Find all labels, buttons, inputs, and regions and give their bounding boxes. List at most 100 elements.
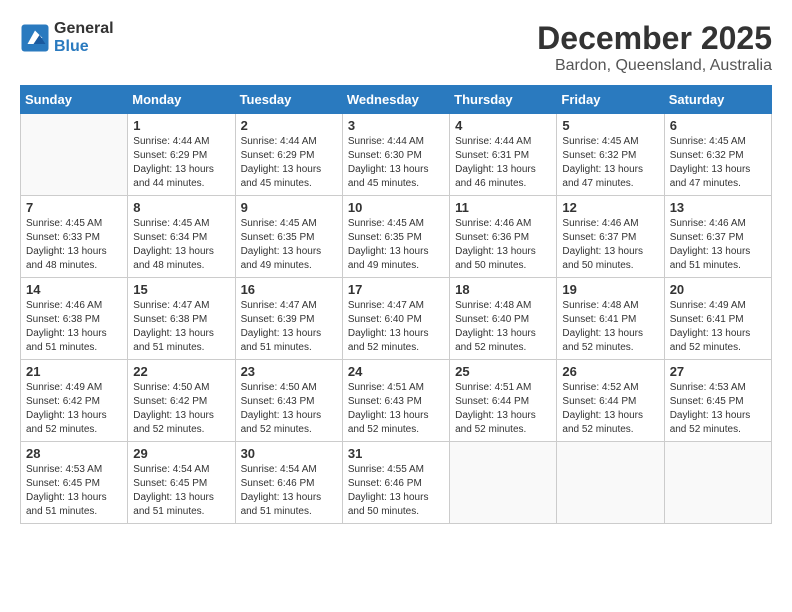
day-number: 4 bbox=[455, 118, 551, 133]
day-number: 7 bbox=[26, 200, 122, 215]
calendar-cell: 19Sunrise: 4:48 AMSunset: 6:41 PMDayligh… bbox=[557, 278, 664, 360]
calendar-cell: 9 Sunrise: 4:45 AMSunset: 6:35 PMDaylight… bbox=[235, 196, 342, 278]
calendar-day-header: Tuesday bbox=[235, 86, 342, 114]
calendar-week-row: 21Sunrise: 4:49 AMSunset: 6:42 PMDayligh… bbox=[21, 360, 772, 442]
calendar-cell: 22 Sunrise: 4:50 AMSunset: 6:42 PMDayligh… bbox=[128, 360, 235, 442]
calendar-day-header: Thursday bbox=[450, 86, 557, 114]
day-info: Sunrise: 4:44 AMSunset: 6:29 PMDaylight:… bbox=[133, 135, 229, 191]
day-number: 9 bbox=[241, 200, 337, 215]
page-header: General Blue December 2025 Bardon, Queen… bbox=[20, 20, 772, 75]
day-info: Sunrise: 4:44 AMSunset: 6:31 PMDaylight:… bbox=[455, 135, 551, 191]
day-number: 17 bbox=[348, 282, 444, 297]
calendar-cell: 4 Sunrise: 4:44 AMSunset: 6:31 PMDaylight… bbox=[450, 114, 557, 196]
day-number: 23 bbox=[241, 364, 337, 379]
day-number: 5 bbox=[562, 118, 658, 133]
calendar-cell bbox=[450, 442, 557, 524]
calendar-day-header: Saturday bbox=[664, 86, 771, 114]
calendar-day-header: Wednesday bbox=[342, 86, 449, 114]
day-number: 11 bbox=[455, 200, 551, 215]
day-number: 29 bbox=[133, 446, 229, 461]
calendar-cell: 24Sunrise: 4:51 AMSunset: 6:43 PMDayligh… bbox=[342, 360, 449, 442]
logo: General Blue bbox=[20, 20, 114, 56]
month-title: December 2025 bbox=[537, 20, 772, 57]
day-number: 6 bbox=[670, 118, 766, 133]
day-info: Sunrise: 4:48 AMSunset: 6:41 PMDaylight:… bbox=[562, 299, 658, 355]
day-info: Sunrise: 4:50 AMSunset: 6:42 PMDaylight:… bbox=[133, 381, 229, 437]
calendar-cell: 2 Sunrise: 4:44 AMSunset: 6:29 PMDaylight… bbox=[235, 114, 342, 196]
calendar-table: SundayMondayTuesdayWednesdayThursdayFrid… bbox=[20, 85, 772, 524]
calendar-day-header: Monday bbox=[128, 86, 235, 114]
calendar-week-row: 1Sunrise: 4:44 AMSunset: 6:29 PMDaylight… bbox=[21, 114, 772, 196]
calendar-cell: 17 Sunrise: 4:47 AMSunset: 6:40 PMDayligh… bbox=[342, 278, 449, 360]
calendar-cell: 10 Sunrise: 4:45 AMSunset: 6:35 PMDayligh… bbox=[342, 196, 449, 278]
day-info: Sunrise: 4:47 AMSunset: 6:38 PMDaylight:… bbox=[133, 299, 229, 355]
calendar-cell: 12 Sunrise: 4:46 AMSunset: 6:37 PMDayligh… bbox=[557, 196, 664, 278]
calendar-cell: 11 Sunrise: 4:46 AMSunset: 6:36 PMDayligh… bbox=[450, 196, 557, 278]
day-info: Sunrise: 4:46 AMSunset: 6:37 PMDaylight:… bbox=[562, 217, 658, 273]
calendar-week-row: 28Sunrise: 4:53 AMSunset: 6:45 PMDayligh… bbox=[21, 442, 772, 524]
calendar-cell: 20 Sunrise: 4:49 AMSunset: 6:41 PMDayligh… bbox=[664, 278, 771, 360]
day-number: 10 bbox=[348, 200, 444, 215]
day-info: Sunrise: 4:48 AMSunset: 6:40 PMDaylight:… bbox=[455, 299, 551, 355]
calendar-cell: 7 Sunrise: 4:45 AMSunset: 6:33 PMDaylight… bbox=[21, 196, 128, 278]
calendar-cell: 13 Sunrise: 4:46 AMSunset: 6:37 PMDayligh… bbox=[664, 196, 771, 278]
calendar-cell: 5Sunrise: 4:45 AMSunset: 6:32 PMDaylight… bbox=[557, 114, 664, 196]
day-info: Sunrise: 4:49 AMSunset: 6:41 PMDaylight:… bbox=[670, 299, 766, 355]
calendar-cell: 3 Sunrise: 4:44 AMSunset: 6:30 PMDaylight… bbox=[342, 114, 449, 196]
calendar-cell: 15Sunrise: 4:47 AMSunset: 6:38 PMDayligh… bbox=[128, 278, 235, 360]
day-info: Sunrise: 4:45 AMSunset: 6:34 PMDaylight:… bbox=[133, 217, 229, 273]
day-number: 22 bbox=[133, 364, 229, 379]
calendar-week-row: 7 Sunrise: 4:45 AMSunset: 6:33 PMDaylight… bbox=[21, 196, 772, 278]
calendar-week-row: 14 Sunrise: 4:46 AMSunset: 6:38 PMDayligh… bbox=[21, 278, 772, 360]
day-info: Sunrise: 4:47 AMSunset: 6:40 PMDaylight:… bbox=[348, 299, 444, 355]
day-info: Sunrise: 4:44 AMSunset: 6:29 PMDaylight:… bbox=[241, 135, 337, 191]
calendar-cell: 6 Sunrise: 4:45 AMSunset: 6:32 PMDaylight… bbox=[664, 114, 771, 196]
day-info: Sunrise: 4:46 AMSunset: 6:37 PMDaylight:… bbox=[670, 217, 766, 273]
day-number: 2 bbox=[241, 118, 337, 133]
calendar-cell: 8 Sunrise: 4:45 AMSunset: 6:34 PMDaylight… bbox=[128, 196, 235, 278]
calendar-cell: 26 Sunrise: 4:52 AMSunset: 6:44 PMDayligh… bbox=[557, 360, 664, 442]
logo-text: General Blue bbox=[54, 20, 114, 56]
day-number: 27 bbox=[670, 364, 766, 379]
day-info: Sunrise: 4:45 AMSunset: 6:32 PMDaylight:… bbox=[670, 135, 766, 191]
calendar-cell: 28Sunrise: 4:53 AMSunset: 6:45 PMDayligh… bbox=[21, 442, 128, 524]
day-info: Sunrise: 4:46 AMSunset: 6:38 PMDaylight:… bbox=[26, 299, 122, 355]
day-number: 16 bbox=[241, 282, 337, 297]
day-number: 25 bbox=[455, 364, 551, 379]
calendar-cell bbox=[557, 442, 664, 524]
day-number: 30 bbox=[241, 446, 337, 461]
day-number: 13 bbox=[670, 200, 766, 215]
day-number: 20 bbox=[670, 282, 766, 297]
day-info: Sunrise: 4:54 AMSunset: 6:45 PMDaylight:… bbox=[133, 463, 229, 519]
day-number: 28 bbox=[26, 446, 122, 461]
calendar-cell: 23Sunrise: 4:50 AMSunset: 6:43 PMDayligh… bbox=[235, 360, 342, 442]
calendar-cell: 16 Sunrise: 4:47 AMSunset: 6:39 PMDayligh… bbox=[235, 278, 342, 360]
day-number: 26 bbox=[562, 364, 658, 379]
calendar-day-header: Friday bbox=[557, 86, 664, 114]
calendar-cell: 31 Sunrise: 4:55 AMSunset: 6:46 PMDayligh… bbox=[342, 442, 449, 524]
calendar-cell bbox=[21, 114, 128, 196]
day-info: Sunrise: 4:45 AMSunset: 6:35 PMDaylight:… bbox=[241, 217, 337, 273]
calendar-cell: 14 Sunrise: 4:46 AMSunset: 6:38 PMDayligh… bbox=[21, 278, 128, 360]
day-info: Sunrise: 4:46 AMSunset: 6:36 PMDaylight:… bbox=[455, 217, 551, 273]
day-number: 24 bbox=[348, 364, 444, 379]
day-number: 8 bbox=[133, 200, 229, 215]
day-info: Sunrise: 4:52 AMSunset: 6:44 PMDaylight:… bbox=[562, 381, 658, 437]
day-info: Sunrise: 4:45 AMSunset: 6:35 PMDaylight:… bbox=[348, 217, 444, 273]
day-number: 18 bbox=[455, 282, 551, 297]
day-info: Sunrise: 4:47 AMSunset: 6:39 PMDaylight:… bbox=[241, 299, 337, 355]
location: Bardon, Queensland, Australia bbox=[537, 57, 772, 75]
calendar-cell: 21Sunrise: 4:49 AMSunset: 6:42 PMDayligh… bbox=[21, 360, 128, 442]
calendar-cell: 27Sunrise: 4:53 AMSunset: 6:45 PMDayligh… bbox=[664, 360, 771, 442]
day-number: 31 bbox=[348, 446, 444, 461]
day-info: Sunrise: 4:55 AMSunset: 6:46 PMDaylight:… bbox=[348, 463, 444, 519]
day-number: 3 bbox=[348, 118, 444, 133]
calendar-day-header: Sunday bbox=[21, 86, 128, 114]
day-number: 21 bbox=[26, 364, 122, 379]
day-number: 12 bbox=[562, 200, 658, 215]
day-info: Sunrise: 4:45 AMSunset: 6:33 PMDaylight:… bbox=[26, 217, 122, 273]
day-number: 14 bbox=[26, 282, 122, 297]
day-info: Sunrise: 4:44 AMSunset: 6:30 PMDaylight:… bbox=[348, 135, 444, 191]
calendar-cell: 18 Sunrise: 4:48 AMSunset: 6:40 PMDayligh… bbox=[450, 278, 557, 360]
day-info: Sunrise: 4:51 AMSunset: 6:44 PMDaylight:… bbox=[455, 381, 551, 437]
